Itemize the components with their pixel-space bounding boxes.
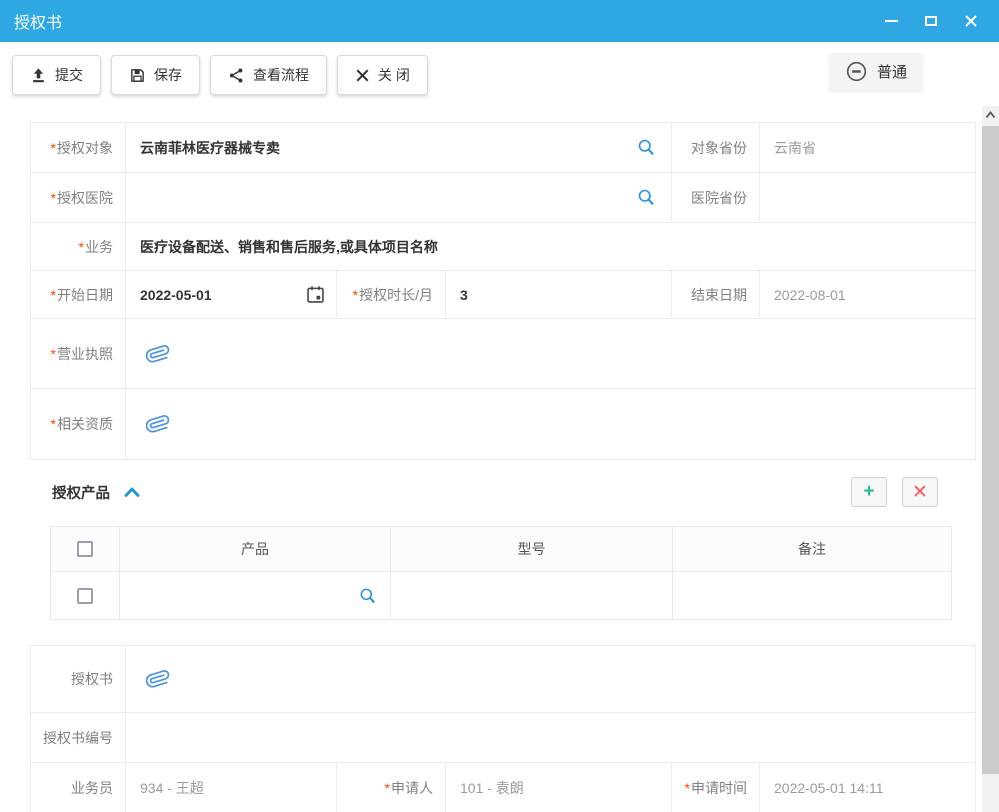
- business-license-attach: [126, 319, 975, 388]
- business-label: * 业务: [31, 223, 126, 270]
- submit-button[interactable]: 提交: [12, 55, 101, 95]
- priority-selector[interactable]: 普通: [829, 53, 923, 90]
- end-date-value: 2022-08-01: [760, 271, 975, 318]
- search-icon[interactable]: [636, 187, 657, 208]
- product-table-row: [51, 572, 951, 619]
- save-button[interactable]: 保存: [111, 55, 200, 95]
- row-related-qualification: * 相关资质: [31, 389, 975, 459]
- apply-time-label: * 申请时间: [672, 763, 760, 812]
- remove-product-button[interactable]: ✕: [902, 477, 938, 507]
- dialog-title: 授权书: [14, 9, 62, 33]
- row-people: 业务员 934 - 王超 * 申请人 101 - 袁朗 * 申请时间 2022-…: [31, 763, 975, 812]
- applicant-label: * 申请人: [337, 763, 446, 812]
- row-business-license: * 营业执照: [31, 319, 975, 389]
- related-qualification-attach: [126, 389, 975, 459]
- titlebar: 授权书: [0, 0, 999, 42]
- add-product-button[interactable]: +: [851, 477, 887, 507]
- authorize-target-field[interactable]: 云南菲林医疗器械专卖: [126, 123, 672, 172]
- hospital-province-label: 医院省份: [672, 173, 760, 222]
- form-bottom: 授权书 授权书编号 业务员 934 - 王超 *: [30, 645, 976, 812]
- applicant-value: 101 - 袁朗: [446, 763, 672, 812]
- vertical-scrollbar[interactable]: [982, 106, 999, 812]
- hospital-province-value: [760, 173, 975, 222]
- row-authorize-target: * 授权对象 云南菲林医疗器械专卖 对象省份 云南省: [31, 123, 975, 173]
- paperclip-icon[interactable]: [146, 342, 170, 366]
- select-all-checkbox[interactable]: [77, 541, 93, 557]
- share-icon: [228, 67, 245, 84]
- product-table-header: 产品 型号 备注: [51, 527, 951, 572]
- circle-minus-icon: [845, 60, 868, 83]
- authorization-letter-label: 授权书: [31, 646, 126, 712]
- row-dates: * 开始日期 2022-05-01 * 授权时长/月 3 结束日期 20: [31, 271, 975, 319]
- authorization-letter-attach: [126, 646, 975, 712]
- business-field[interactable]: 医疗设备配送、销售和售后服务,或具体项目名称: [126, 223, 975, 270]
- search-icon[interactable]: [358, 586, 378, 606]
- view-flow-button[interactable]: 查看流程: [210, 55, 327, 95]
- toolbar-buttons: 提交 保存 查看流程 关 闭: [12, 55, 428, 95]
- target-province-label: 对象省份: [672, 123, 760, 172]
- salesman-value: 934 - 王超: [126, 763, 337, 812]
- paperclip-icon[interactable]: [146, 667, 170, 691]
- duration-field[interactable]: 3: [446, 271, 672, 318]
- product-section-header: 授权产品 + ✕: [30, 458, 976, 526]
- authorization-no-label: 授权书编号: [31, 713, 126, 762]
- product-table: 产品 型号 备注: [50, 526, 952, 620]
- product-cell[interactable]: [120, 572, 391, 619]
- paperclip-icon[interactable]: [146, 412, 170, 436]
- authorize-hospital-field[interactable]: [126, 173, 672, 222]
- row-checkbox[interactable]: [77, 588, 93, 604]
- select-all-cell: [51, 527, 120, 571]
- minimize-icon[interactable]: [883, 13, 899, 29]
- search-icon[interactable]: [636, 137, 657, 158]
- target-province-value: 云南省: [760, 123, 975, 172]
- note-column-header: 备注: [673, 527, 951, 571]
- maximize-icon[interactable]: [923, 13, 939, 29]
- priority-label: 普通: [877, 61, 907, 82]
- row-authorization-no: 授权书编号: [31, 713, 975, 763]
- window-controls: [883, 13, 985, 29]
- authorization-dialog: 授权书 提交 保存: [0, 0, 999, 812]
- scrollbar-thumb[interactable]: [982, 126, 999, 774]
- duration-label: * 授权时长/月: [337, 271, 446, 318]
- model-column-header: 型号: [391, 527, 673, 571]
- toolbar: 提交 保存 查看流程 关 闭: [0, 42, 999, 106]
- authorize-target-label: * 授权对象: [31, 123, 126, 172]
- product-column-header: 产品: [120, 527, 391, 571]
- row-authorization-letter: 授权书: [31, 646, 975, 713]
- form-main: * 授权对象 云南菲林医疗器械专卖 对象省份 云南省 * 授权医院: [30, 122, 976, 460]
- chevron-up-icon[interactable]: [122, 483, 142, 501]
- close-window-icon[interactable]: [963, 13, 979, 29]
- close-icon: [355, 68, 370, 83]
- start-date-label: * 开始日期: [31, 271, 126, 318]
- authorize-hospital-label: * 授权医院: [31, 173, 126, 222]
- save-icon: [129, 67, 146, 84]
- upload-icon: [30, 67, 47, 84]
- row-authorize-hospital: * 授权医院 医院省份: [31, 173, 975, 223]
- salesman-label: 业务员: [31, 763, 126, 812]
- apply-time-value: 2022-05-01 14:11: [760, 763, 975, 812]
- authorization-no-value: [126, 713, 975, 762]
- product-section-title: 授权产品: [52, 482, 110, 503]
- calendar-icon[interactable]: [305, 284, 326, 305]
- business-license-label: * 营业执照: [31, 319, 126, 388]
- model-cell[interactable]: [391, 572, 673, 619]
- row-select-cell: [51, 572, 120, 619]
- start-date-field[interactable]: 2022-05-01: [126, 271, 337, 318]
- note-cell[interactable]: [673, 572, 951, 619]
- scroll-up-icon[interactable]: [982, 106, 999, 124]
- row-business: * 业务 医疗设备配送、销售和售后服务,或具体项目名称: [31, 223, 975, 271]
- related-qualification-label: * 相关资质: [31, 389, 126, 459]
- close-button[interactable]: 关 闭: [337, 55, 428, 95]
- end-date-label: 结束日期: [672, 271, 760, 318]
